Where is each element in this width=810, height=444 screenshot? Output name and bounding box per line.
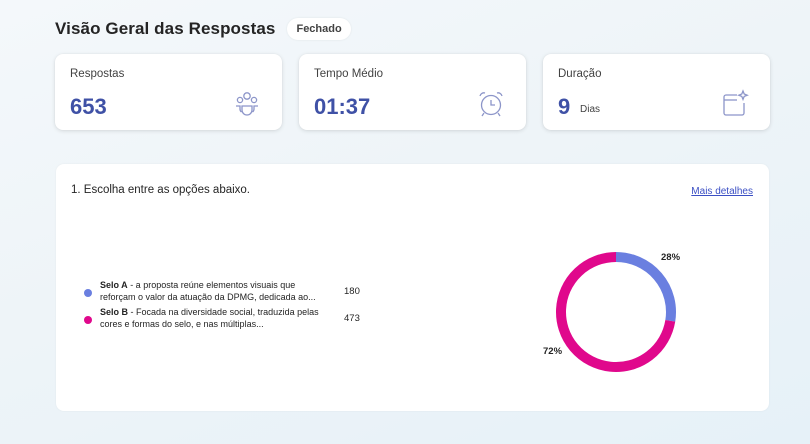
option-name: Selo B [100, 307, 129, 317]
alarm-clock-icon [479, 92, 503, 117]
legend-item-selo-a: Selo A - a proposta reúne elementos visu… [84, 280, 364, 307]
calendar-sparkle-icon [723, 89, 749, 116]
option-count: 180 [344, 286, 360, 297]
legend-dot-selo-b [84, 316, 92, 324]
status-badge: Fechado [287, 18, 351, 40]
legend-item-selo-b: Selo B - Focada na diversidade social, t… [84, 307, 364, 334]
duration-label: Duração [558, 68, 602, 80]
people-icon [236, 92, 258, 116]
option-description: - a proposta reúne elementos visuais que… [100, 280, 316, 302]
responses-label: Respostas [70, 68, 125, 80]
more-details-link[interactable]: Mais detalhes [691, 186, 753, 197]
duration-card: Duração 9 Dias [543, 54, 770, 130]
responses-card: Respostas 653 [55, 54, 282, 130]
legend-dot-selo-a [84, 289, 92, 297]
legend-text-selo-a: Selo A - a proposta reúne elementos visu… [100, 280, 320, 303]
pct-label-selo-a: 28% [661, 252, 681, 263]
average-time-card: Tempo Médio 01:37 [299, 54, 526, 130]
option-count: 473 [344, 313, 360, 324]
donut-chart [556, 252, 676, 372]
average-time-value: 01:37 [314, 94, 371, 119]
question-card: 1. Escolha entre as opções abaixo. Mais … [56, 164, 769, 411]
legend-text-selo-b: Selo B - Focada na diversidade social, t… [100, 307, 320, 330]
duration-value: 9 [558, 94, 571, 119]
page-header: Visão Geral das Respostas Fechado [55, 18, 351, 40]
question-title: 1. Escolha entre as opções abaixo. [71, 184, 251, 196]
average-time-label: Tempo Médio [314, 68, 384, 80]
option-name: Selo A [100, 280, 128, 290]
responses-value: 653 [70, 94, 107, 119]
page-title: Visão Geral das Respostas [55, 19, 276, 38]
donut-slice-selo-a [615, 252, 676, 322]
pct-label-selo-b: 72% [543, 346, 563, 357]
duration-unit: Dias [580, 104, 601, 115]
chart-legend: Selo A - a proposta reúne elementos visu… [84, 280, 364, 334]
option-description: - Focada na diversidade social, traduzid… [100, 307, 319, 329]
